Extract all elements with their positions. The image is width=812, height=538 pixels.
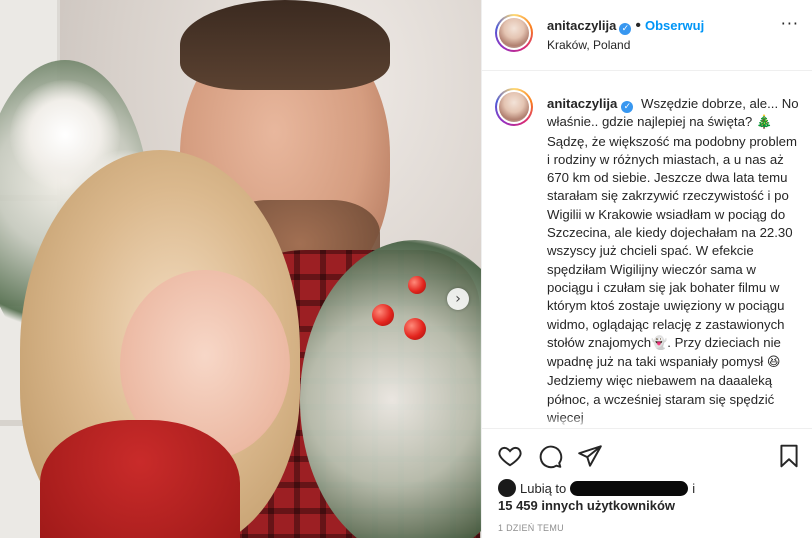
likes-summary[interactable]: Lubią to i 15 459 innych użytkowników bbox=[498, 479, 798, 514]
author-avatar[interactable] bbox=[495, 14, 533, 52]
more-icon[interactable]: ··· bbox=[781, 14, 799, 33]
header-title-row: anitaczylija ✓ • Obserwuj bbox=[547, 17, 704, 35]
comment-icon[interactable] bbox=[537, 443, 563, 469]
separator-dot: • bbox=[635, 17, 641, 34]
verified-icon: ✓ bbox=[619, 23, 632, 35]
post-photo[interactable]: › bbox=[0, 0, 481, 538]
author-username[interactable]: anitaczylija bbox=[547, 18, 616, 33]
heart-icon[interactable] bbox=[497, 443, 523, 469]
ghost-emoji: 👻 bbox=[651, 335, 668, 351]
photo-bauble bbox=[372, 304, 394, 326]
post-header: anitaczylija ✓ • Obserwuj Kraków, Poland ··… bbox=[482, 0, 812, 71]
photo-red-sweater bbox=[40, 420, 240, 538]
share-icon[interactable] bbox=[577, 443, 603, 469]
verified-icon: ✓ bbox=[621, 101, 634, 113]
scroll-fade bbox=[482, 416, 812, 428]
caption-text: Sądzę, że większość ma podobny problem i… bbox=[547, 133, 797, 350]
photo-bauble bbox=[404, 318, 426, 340]
christmas-tree-emoji: 🎄 bbox=[755, 115, 773, 131]
post-side-panel: anitaczylija ✓ • Obserwuj Kraków, Poland ··… bbox=[481, 0, 812, 538]
caption-username[interactable]: anitaczylija bbox=[547, 96, 617, 111]
grinning-emoji: 😆 bbox=[766, 355, 781, 371]
bookmark-icon[interactable] bbox=[776, 443, 802, 469]
liker-avatar[interactable] bbox=[498, 479, 516, 497]
likes-prefix: Lubią to bbox=[520, 481, 567, 496]
post-caption: anitaczylija ✓ Wszędzie dobrze, ale... No… bbox=[547, 95, 802, 427]
photo-bauble bbox=[408, 276, 426, 294]
likes-suffix: i bbox=[692, 481, 696, 496]
follow-button[interactable]: Obserwuj bbox=[645, 18, 704, 33]
post-actions: Lubią to i 15 459 innych użytkowników 1 D… bbox=[482, 428, 812, 538]
carousel-next-button[interactable]: › bbox=[447, 288, 469, 310]
likes-count[interactable]: 15 459 innych użytkowników bbox=[498, 498, 675, 513]
comments-area[interactable]: anitaczylija ✓ Wszędzie dobrze, ale... No… bbox=[482, 72, 812, 428]
photo-man-hair bbox=[180, 0, 390, 90]
post-location[interactable]: Kraków, Poland bbox=[547, 38, 630, 52]
post-timestamp[interactable]: 1 DZIEŃ TEMU bbox=[498, 523, 564, 533]
caption-author-avatar[interactable] bbox=[495, 88, 533, 126]
redacted-username bbox=[570, 481, 689, 496]
